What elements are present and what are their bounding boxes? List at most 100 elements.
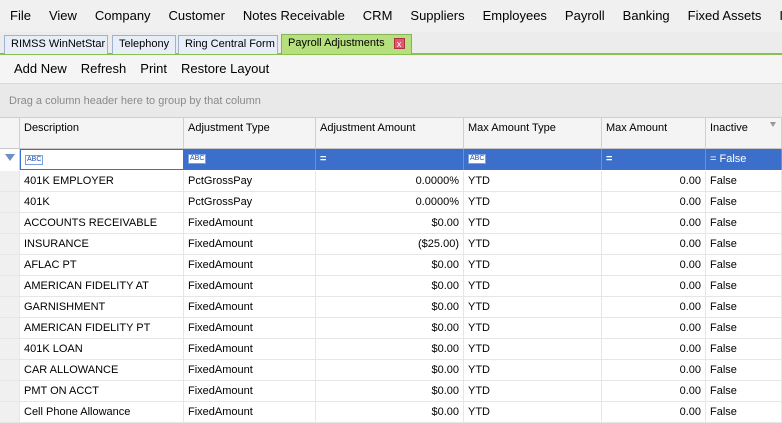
cell-max-amount-type[interactable]: YTD bbox=[464, 297, 602, 317]
equals-filter-icon[interactable]: = bbox=[606, 149, 612, 170]
cell-adjustment-type[interactable]: FixedAmount bbox=[184, 297, 316, 317]
print-button[interactable]: Print bbox=[133, 56, 174, 82]
table-row[interactable]: PMT ON ACCT FixedAmount $0.00 YTD 0.00 False bbox=[0, 381, 782, 402]
close-tab-icon[interactable]: x bbox=[393, 37, 405, 49]
table-row[interactable]: Cell Phone Allowance FixedAmount $0.00 YTD 0… bbox=[0, 402, 782, 423]
menu-view[interactable]: View bbox=[40, 0, 86, 32]
filter-dropdown-icon[interactable] bbox=[770, 122, 776, 127]
menu-company[interactable]: Company bbox=[86, 0, 160, 32]
cell-adjustment-type[interactable]: FixedAmount bbox=[184, 381, 316, 401]
menu-customer[interactable]: Customer bbox=[160, 0, 234, 32]
column-header-max-amount-type[interactable]: Max Amount Type bbox=[464, 118, 602, 148]
cell-adjustment-type[interactable]: FixedAmount bbox=[184, 213, 316, 233]
table-row[interactable]: CAR ALLOWANCE FixedAmount $0.00 YTD 0.00 Fals… bbox=[0, 360, 782, 381]
cell-adjustment-type[interactable]: FixedAmount bbox=[184, 402, 316, 422]
cell-inactive[interactable]: False bbox=[706, 360, 782, 380]
cell-inactive[interactable]: False bbox=[706, 213, 782, 233]
row-selector[interactable] bbox=[0, 297, 20, 317]
tab-ring-central-form[interactable]: Ring Central Form bbox=[178, 35, 278, 54]
tab-telephony[interactable]: Telephony bbox=[112, 35, 176, 54]
table-row[interactable]: ACCOUNTS RECEIVABLE FixedAmount $0.00 YTD 0.… bbox=[0, 213, 782, 234]
cell-adjustment-type[interactable]: FixedAmount bbox=[184, 276, 316, 296]
cell-adjustment-type[interactable]: PctGrossPay bbox=[184, 192, 316, 212]
add-new-button[interactable]: Add New bbox=[0, 56, 74, 82]
table-row[interactable]: GARNISHMENT FixedAmount $0.00 YTD 0.00 False bbox=[0, 297, 782, 318]
cell-max-amount-type[interactable]: YTD bbox=[464, 381, 602, 401]
cell-adjustment-amount[interactable]: 0.0000% bbox=[316, 171, 464, 191]
row-selector[interactable] bbox=[0, 381, 20, 401]
cell-description[interactable]: Cell Phone Allowance bbox=[20, 402, 184, 422]
cell-adjustment-amount[interactable]: $0.00 bbox=[316, 318, 464, 338]
cell-max-amount-type[interactable]: YTD bbox=[464, 276, 602, 296]
text-filter-icon[interactable]: ABC bbox=[188, 154, 207, 165]
cell-max-amount[interactable]: 0.00 bbox=[602, 234, 706, 254]
menu-notes-receivable[interactable]: Notes Receivable bbox=[234, 0, 354, 32]
text-filter-icon[interactable]: ABC bbox=[468, 154, 487, 165]
cell-inactive[interactable]: False bbox=[706, 402, 782, 422]
column-header-adjustment-type[interactable]: Adjustment Type bbox=[184, 118, 316, 148]
cell-adjustment-type[interactable]: PctGrossPay bbox=[184, 171, 316, 191]
filter-cell-adjustment-type[interactable]: ABC bbox=[184, 149, 316, 170]
row-selector[interactable] bbox=[0, 171, 20, 191]
cell-description[interactable]: 401K bbox=[20, 192, 184, 212]
table-row[interactable]: 401K LOAN FixedAmount $0.00 YTD 0.00 False bbox=[0, 339, 782, 360]
filter-cell-inactive[interactable]: = False bbox=[706, 149, 782, 170]
row-selector[interactable] bbox=[0, 402, 20, 422]
table-row[interactable]: AMERICAN FIDELITY PT FixedAmount $0.00 YTD 0… bbox=[0, 318, 782, 339]
cell-adjustment-amount[interactable]: 0.0000% bbox=[316, 192, 464, 212]
cell-max-amount-type[interactable]: YTD bbox=[464, 318, 602, 338]
tab-payroll-adjustments[interactable]: Payroll Adjustments x bbox=[281, 34, 412, 54]
cell-max-amount[interactable]: 0.00 bbox=[602, 402, 706, 422]
cell-max-amount-type[interactable]: YTD bbox=[464, 360, 602, 380]
row-selector[interactable] bbox=[0, 192, 20, 212]
cell-description[interactable]: AFLAC PT bbox=[20, 255, 184, 275]
cell-description[interactable]: AMERICAN FIDELITY PT bbox=[20, 318, 184, 338]
cell-adjustment-type[interactable]: FixedAmount bbox=[184, 360, 316, 380]
cell-max-amount-type[interactable]: YTD bbox=[464, 234, 602, 254]
column-header-max-amount[interactable]: Max Amount bbox=[602, 118, 706, 148]
cell-max-amount[interactable]: 0.00 bbox=[602, 213, 706, 233]
cell-description[interactable]: CAR ALLOWANCE bbox=[20, 360, 184, 380]
cell-adjustment-amount[interactable]: $0.00 bbox=[316, 276, 464, 296]
menu-payroll[interactable]: Payroll bbox=[556, 0, 614, 32]
menu-fixed-assets[interactable]: Fixed Assets bbox=[679, 0, 771, 32]
table-row[interactable]: 401K EMPLOYER PctGrossPay 0.0000% YTD 0.00 Fa… bbox=[0, 171, 782, 192]
cell-adjustment-amount[interactable]: $0.00 bbox=[316, 213, 464, 233]
cell-adjustment-type[interactable]: FixedAmount bbox=[184, 318, 316, 338]
cell-description[interactable]: GARNISHMENT bbox=[20, 297, 184, 317]
menu-file[interactable]: File bbox=[0, 0, 40, 32]
table-row[interactable]: AMERICAN FIDELITY AT FixedAmount $0.00 YTD 0… bbox=[0, 276, 782, 297]
menu-employees[interactable]: Employees bbox=[474, 0, 556, 32]
table-row[interactable]: INSURANCE FixedAmount ($25.00) YTD 0.00 False bbox=[0, 234, 782, 255]
equals-filter-icon[interactable]: = bbox=[320, 149, 326, 170]
cell-inactive[interactable]: False bbox=[706, 339, 782, 359]
cell-max-amount-type[interactable]: YTD bbox=[464, 339, 602, 359]
cell-max-amount-type[interactable]: YTD bbox=[464, 255, 602, 275]
cell-inactive[interactable]: False bbox=[706, 192, 782, 212]
table-row[interactable]: AFLAC PT FixedAmount $0.00 YTD 0.00 False bbox=[0, 255, 782, 276]
cell-description[interactable]: 401K LOAN bbox=[20, 339, 184, 359]
menu-inventory[interactable]: Inver bbox=[770, 0, 782, 32]
restore-layout-button[interactable]: Restore Layout bbox=[174, 56, 276, 82]
row-selector[interactable] bbox=[0, 360, 20, 380]
cell-adjustment-amount[interactable]: $0.00 bbox=[316, 360, 464, 380]
tab-rimss-winnetstar[interactable]: RIMSS WinNetStar bbox=[4, 35, 108, 54]
cell-adjustment-type[interactable]: FixedAmount bbox=[184, 339, 316, 359]
cell-description[interactable]: PMT ON ACCT bbox=[20, 381, 184, 401]
cell-description[interactable]: INSURANCE bbox=[20, 234, 184, 254]
cell-max-amount-type[interactable]: YTD bbox=[464, 402, 602, 422]
cell-adjustment-amount[interactable]: $0.00 bbox=[316, 402, 464, 422]
filter-cell-adjustment-amount[interactable]: = bbox=[316, 149, 464, 170]
row-selector[interactable] bbox=[0, 213, 20, 233]
row-selector[interactable] bbox=[0, 255, 20, 275]
cell-inactive[interactable]: False bbox=[706, 171, 782, 191]
cell-adjustment-type[interactable]: FixedAmount bbox=[184, 255, 316, 275]
column-header-inactive[interactable]: Inactive bbox=[706, 118, 782, 148]
cell-max-amount[interactable]: 0.00 bbox=[602, 381, 706, 401]
text-filter-icon[interactable]: ABC bbox=[25, 155, 44, 166]
row-selector[interactable] bbox=[0, 318, 20, 338]
filter-cell-max-amount-type[interactable]: ABC bbox=[464, 149, 602, 170]
menu-crm[interactable]: CRM bbox=[354, 0, 402, 32]
table-row[interactable]: 401K PctGrossPay 0.0000% YTD 0.00 False bbox=[0, 192, 782, 213]
cell-adjustment-amount[interactable]: $0.00 bbox=[316, 339, 464, 359]
